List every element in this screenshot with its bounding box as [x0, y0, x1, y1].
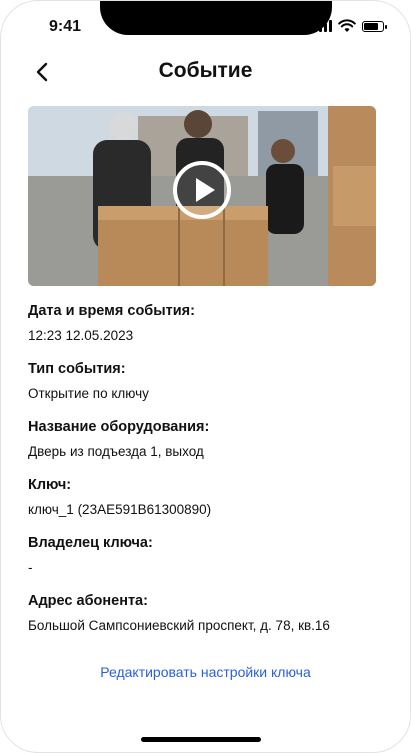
field-value: Открытие по ключу [28, 386, 149, 401]
page-title: Событие [158, 59, 253, 82]
event-video[interactable] [28, 106, 376, 286]
signal-icon [314, 20, 332, 32]
field-value: 12:23 12.05.2023 [28, 328, 134, 343]
field-key: Ключ: ключ_1 (23AE591B61300890) [28, 475, 388, 519]
field-datetime: Дата и время события: 12:23 12.05.2023 [28, 301, 388, 345]
status-icons [314, 19, 387, 33]
field-address: Адрес абонента: Большой Сампсониевский п… [28, 591, 388, 635]
field-label: Тип события: [28, 361, 126, 377]
header: Событие [1, 53, 410, 95]
field-label: Название оборудования: [28, 419, 210, 435]
status-bar: 9:41 [1, 1, 410, 53]
field-label: Адрес абонента: [28, 593, 148, 609]
status-time: 9:41 [49, 18, 82, 35]
wifi-icon [338, 19, 356, 32]
notch [100, 1, 332, 35]
field-label: Владелец ключа: [28, 535, 153, 551]
field-event-type: Тип события: Открытие по ключу [28, 359, 388, 403]
field-value: ключ_1 (23AE591B61300890) [28, 502, 212, 517]
field-value: Большой Сампсониевский проспект, д. 78, … [28, 618, 330, 633]
field-equipment: Название оборудования: Дверь из подъезда… [28, 417, 388, 461]
field-value: Дверь из подъезда 1, выход [28, 444, 204, 459]
event-details: Дата и время события: 12:23 12.05.2023 Т… [28, 301, 388, 649]
field-value: - [28, 560, 33, 575]
home-indicator [141, 737, 261, 742]
field-key-owner: Владелец ключа: - [28, 533, 388, 577]
edit-key-settings-link[interactable]: Редактировать настройки ключа [1, 664, 410, 680]
battery-icon [362, 20, 387, 32]
field-label: Дата и время события: [28, 303, 195, 319]
field-label: Ключ: [28, 477, 72, 493]
phone-screen: 9:41 Событие Дата и время события: 12:23… [0, 0, 411, 753]
play-icon[interactable] [170, 158, 234, 222]
